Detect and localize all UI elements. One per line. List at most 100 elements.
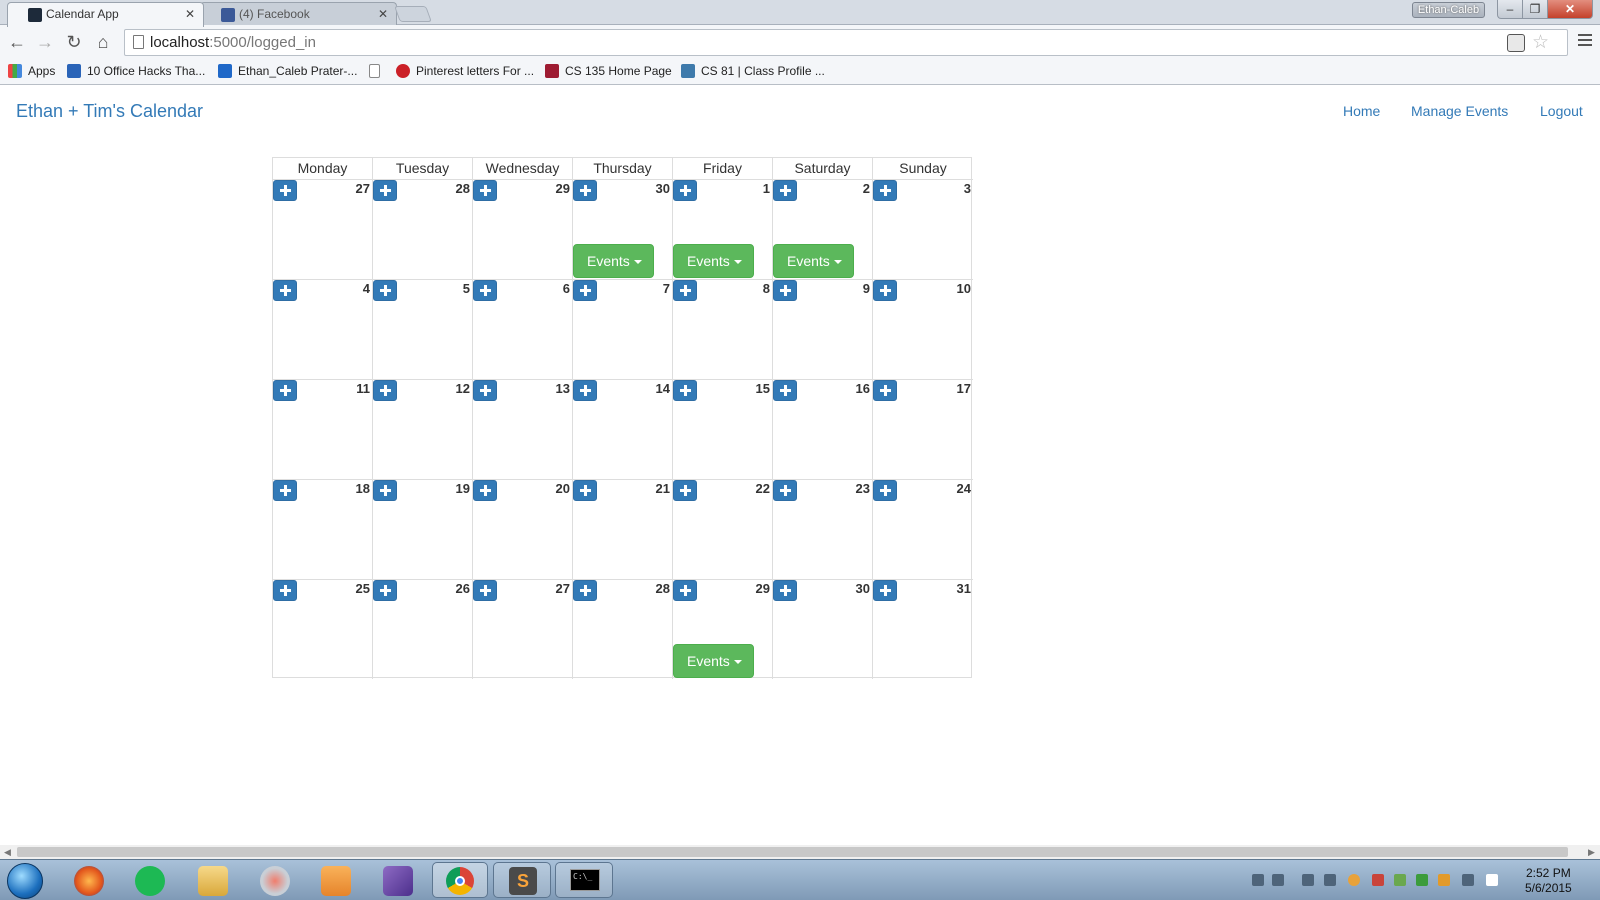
add-event-button[interactable]	[673, 580, 697, 601]
add-event-button[interactable]	[573, 580, 597, 601]
bookmark-office-hacks[interactable]: 10 Office Hacks Tha...	[67, 64, 205, 78]
add-event-button[interactable]	[673, 480, 697, 501]
add-event-button[interactable]	[773, 380, 797, 401]
add-event-button[interactable]	[573, 480, 597, 501]
forward-arrow-icon[interactable]: →	[34, 31, 56, 53]
extension-icon[interactable]	[1507, 34, 1525, 52]
back-arrow-icon[interactable]: ←	[6, 31, 28, 53]
bookmark-star-icon[interactable]: ☆	[1532, 31, 1549, 54]
maximize-button[interactable]: ❐	[1522, 0, 1548, 19]
sync-icon[interactable]	[1272, 874, 1284, 886]
events-dropdown-button[interactable]: Events	[773, 244, 854, 278]
visual-studio-icon[interactable]	[383, 866, 413, 896]
add-event-button[interactable]	[773, 180, 797, 201]
window-close-button[interactable]: ✕	[1547, 0, 1593, 19]
tray-app-icon[interactable]	[1348, 874, 1360, 886]
bookmark-cs81[interactable]: CS 81 | Class Profile ...	[681, 64, 825, 78]
calendar-day-cell: 15	[673, 379, 773, 479]
home-icon[interactable]: ⌂	[92, 31, 114, 53]
horizontal-scrollbar[interactable]: ◀ ▶	[0, 845, 1600, 859]
bookmark-blank[interactable]	[369, 64, 386, 78]
nav-home-link[interactable]: Home	[1343, 103, 1380, 119]
bookmark-apps[interactable]: Apps	[8, 64, 55, 78]
command-prompt-taskbar-button[interactable]: C:\_	[555, 862, 613, 898]
add-event-button[interactable]	[673, 280, 697, 301]
add-event-button[interactable]	[773, 280, 797, 301]
close-tab-icon[interactable]: ✕	[185, 7, 195, 21]
calendar-day-cell: 18	[273, 479, 373, 579]
add-event-button[interactable]	[273, 180, 297, 201]
events-dropdown-button[interactable]: Events	[673, 244, 754, 278]
add-event-button[interactable]	[873, 180, 897, 201]
add-event-button[interactable]	[573, 380, 597, 401]
add-event-button[interactable]	[273, 580, 297, 601]
add-event-button[interactable]	[873, 480, 897, 501]
clock[interactable]: 2:52 PM 5/6/2015	[1525, 866, 1572, 896]
add-event-button[interactable]	[373, 480, 397, 501]
tray-app-icon[interactable]	[1372, 874, 1384, 886]
network-signal-icon[interactable]	[1324, 874, 1336, 886]
sublime-text-taskbar-button[interactable]: S	[493, 862, 551, 898]
add-event-button[interactable]	[673, 180, 697, 201]
add-event-button[interactable]	[873, 280, 897, 301]
media-player-icon[interactable]	[321, 866, 351, 896]
add-event-button[interactable]	[873, 580, 897, 601]
add-event-button[interactable]	[273, 480, 297, 501]
checkmark-icon[interactable]	[1416, 874, 1428, 886]
tab-calendar-app[interactable]: Calendar App ✕	[7, 2, 204, 27]
add-event-button[interactable]	[273, 380, 297, 401]
close-tab-icon[interactable]: ✕	[378, 7, 388, 21]
start-button[interactable]	[7, 863, 43, 899]
nav-manage-events-link[interactable]: Manage Events	[1411, 103, 1508, 119]
app-brand[interactable]: Ethan + Tim's Calendar	[16, 101, 203, 122]
tray-app-icon[interactable]	[1438, 874, 1450, 886]
bookmark-cs135[interactable]: CS 135 Home Page	[545, 64, 672, 78]
tray-app-icon[interactable]	[1394, 874, 1406, 886]
add-event-button[interactable]	[773, 580, 797, 601]
chrome-menu-icon[interactable]	[1578, 34, 1592, 48]
add-event-button[interactable]	[573, 280, 597, 301]
tab-facebook[interactable]: (4) Facebook ✕	[200, 2, 397, 26]
scroll-left-icon[interactable]: ◀	[4, 845, 11, 859]
action-center-flag-icon[interactable]	[1486, 874, 1498, 886]
profile-badge[interactable]: Ethan-Caleb	[1412, 2, 1485, 18]
volume-icon[interactable]	[1252, 874, 1264, 886]
url-text[interactable]: localhost:5000/logged_in	[150, 34, 316, 51]
add-event-button[interactable]	[573, 180, 597, 201]
events-dropdown-button[interactable]: Events	[673, 644, 754, 678]
nav-logout-link[interactable]: Logout	[1540, 103, 1583, 119]
add-event-button[interactable]	[273, 280, 297, 301]
events-dropdown-button[interactable]: Events	[573, 244, 654, 278]
add-event-button[interactable]	[473, 180, 497, 201]
add-event-button[interactable]	[373, 280, 397, 301]
file-explorer-icon[interactable]	[198, 866, 228, 896]
tray-app-icon[interactable]	[1462, 874, 1474, 886]
bookmark-outlook[interactable]: Ethan_Caleb Prater-...	[218, 64, 357, 78]
firefox-icon[interactable]	[74, 866, 104, 896]
scroll-right-icon[interactable]: ▶	[1588, 845, 1595, 859]
spotify-icon[interactable]	[135, 866, 165, 896]
add-event-button[interactable]	[773, 480, 797, 501]
address-bar[interactable]: localhost:5000/logged_in ☆	[124, 29, 1568, 56]
calendar-day-cell: 21	[573, 479, 673, 579]
calendar-day-cell: 25	[273, 579, 373, 679]
weekday-header-friday: Friday	[673, 158, 773, 179]
day-number: 11	[356, 381, 370, 396]
add-event-button[interactable]	[473, 480, 497, 501]
add-event-button[interactable]	[373, 180, 397, 201]
add-event-button[interactable]	[473, 380, 497, 401]
chrome-taskbar-button[interactable]	[432, 862, 488, 898]
reload-icon[interactable]: ↻	[63, 31, 85, 53]
paint-icon[interactable]	[260, 866, 290, 896]
add-event-button[interactable]	[373, 380, 397, 401]
battery-icon[interactable]	[1302, 874, 1314, 886]
bookmark-pinterest[interactable]: Pinterest letters For ...	[396, 64, 534, 78]
scrollbar-thumb[interactable]	[17, 847, 1568, 857]
minimize-button[interactable]: –	[1497, 0, 1523, 19]
add-event-button[interactable]	[873, 380, 897, 401]
add-event-button[interactable]	[473, 280, 497, 301]
add-event-button[interactable]	[373, 580, 397, 601]
add-event-button[interactable]	[473, 580, 497, 601]
new-tab-button[interactable]	[394, 6, 432, 22]
add-event-button[interactable]	[673, 380, 697, 401]
